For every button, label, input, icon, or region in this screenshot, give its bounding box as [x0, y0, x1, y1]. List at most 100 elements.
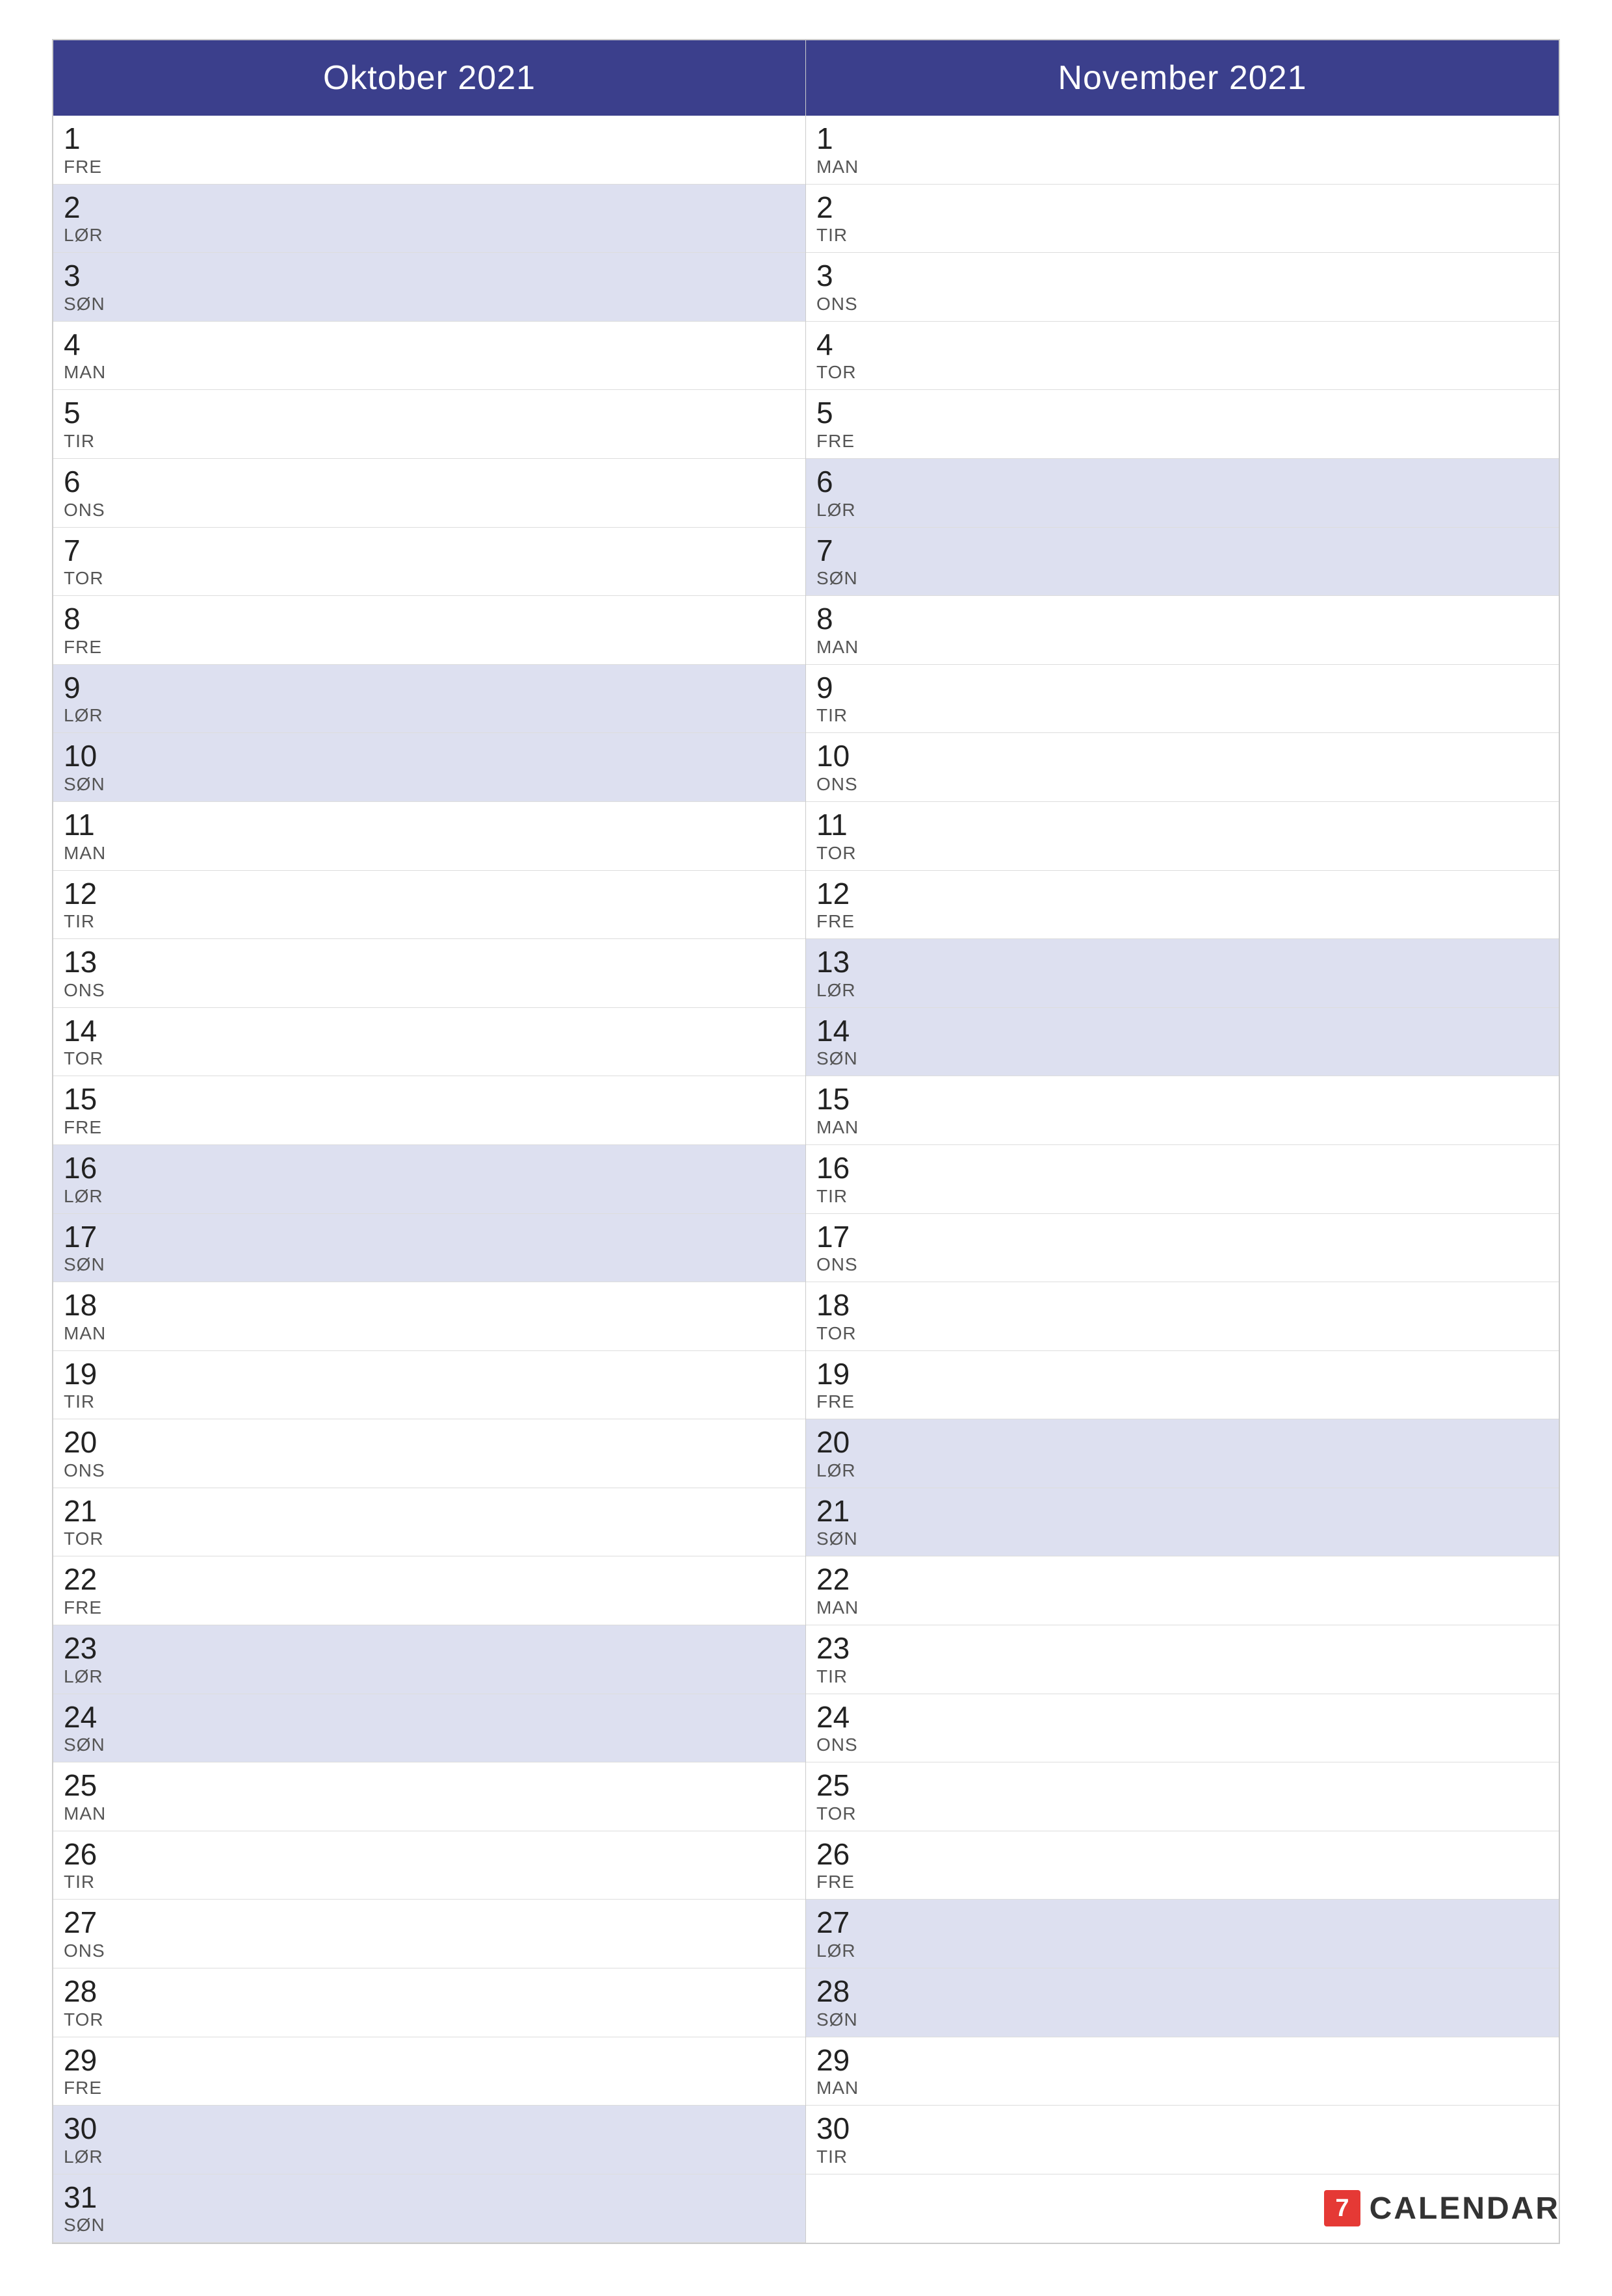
day-number: 1 [816, 122, 1548, 155]
day-number: 26 [816, 1838, 1548, 1871]
day-number: 28 [816, 1975, 1548, 2008]
day-row: 1MAN [806, 116, 1559, 185]
day-number: 9 [816, 671, 1548, 704]
day-name: TOR [64, 2009, 795, 2030]
day-number: 19 [64, 1358, 795, 1391]
day-row: 8MAN [806, 596, 1559, 665]
footer: 7 CALENDAR [1323, 2189, 1560, 2228]
november-header: November 2021 [806, 40, 1559, 116]
day-name: ONS [64, 980, 795, 1001]
day-number: 14 [64, 1014, 795, 1048]
day-name: FRE [64, 1117, 795, 1138]
day-row: 15FRE [53, 1076, 805, 1145]
day-row: 27LØR [806, 1900, 1559, 1968]
day-number: 10 [816, 740, 1548, 773]
day-number: 11 [64, 808, 795, 842]
day-name: MAN [64, 843, 795, 864]
day-name: SØN [816, 1529, 1548, 1549]
day-name: MAN [816, 1597, 1548, 1618]
day-name: TIR [64, 1872, 795, 1892]
day-row: 17ONS [806, 1214, 1559, 1283]
day-name: TOR [816, 843, 1548, 864]
day-row: 13LØR [806, 939, 1559, 1008]
day-name: FRE [816, 431, 1548, 452]
day-row: 17SØN [53, 1214, 805, 1283]
day-number: 15 [816, 1083, 1548, 1116]
day-number: 4 [816, 328, 1548, 361]
day-row: 18MAN [53, 1282, 805, 1351]
day-number: 27 [64, 1906, 795, 1939]
day-row: 30TIR [806, 2106, 1559, 2174]
day-number: 29 [64, 2044, 795, 2077]
day-number: 28 [64, 1975, 795, 2008]
day-row: 4MAN [53, 322, 805, 391]
day-number: 30 [816, 2112, 1548, 2145]
day-number: 9 [64, 671, 795, 704]
day-number: 5 [816, 396, 1548, 430]
day-row: 14TOR [53, 1008, 805, 1077]
day-name: LØR [816, 1941, 1548, 1961]
day-number: 7 [64, 534, 795, 567]
day-row: 5TIR [53, 390, 805, 459]
day-name: LØR [816, 1460, 1548, 1481]
day-name: TOR [816, 1803, 1548, 1824]
day-number: 10 [64, 740, 795, 773]
day-row: 9TIR [806, 665, 1559, 734]
day-name: MAN [816, 2078, 1548, 2098]
day-row: 29MAN [806, 2037, 1559, 2106]
day-number: 7 [816, 534, 1548, 567]
calendar-logo-icon: 7 [1323, 2189, 1362, 2228]
day-name: MAN [816, 1117, 1548, 1138]
day-number: 19 [816, 1358, 1548, 1391]
day-name: FRE [816, 1872, 1548, 1892]
day-name: FRE [64, 2078, 795, 2098]
day-row: 27ONS [53, 1900, 805, 1968]
day-row: 24ONS [806, 1694, 1559, 1763]
day-row: 24SØN [53, 1694, 805, 1763]
day-row: 4TOR [806, 322, 1559, 391]
day-name: TOR [64, 1529, 795, 1549]
day-number: 6 [816, 465, 1548, 498]
day-row: 18TOR [806, 1282, 1559, 1351]
day-row: 19TIR [53, 1351, 805, 1420]
day-number: 21 [64, 1495, 795, 1528]
day-row: 14SØN [806, 1008, 1559, 1077]
day-name: TOR [816, 362, 1548, 383]
day-number: 12 [816, 877, 1548, 910]
day-number: 17 [816, 1220, 1548, 1254]
day-name: ONS [816, 1254, 1548, 1275]
day-number: 11 [816, 808, 1548, 842]
day-number: 13 [64, 946, 795, 979]
day-row: 12FRE [806, 871, 1559, 940]
brand-logo: 7 CALENDAR [1323, 2189, 1560, 2228]
day-row: 6LØR [806, 459, 1559, 528]
day-row: 28SØN [806, 1968, 1559, 2037]
day-number: 30 [64, 2112, 795, 2145]
day-number: 2 [816, 191, 1548, 224]
day-name: MAN [816, 157, 1548, 177]
day-name: ONS [64, 1941, 795, 1961]
day-name: TIR [64, 1391, 795, 1412]
day-row: 10ONS [806, 733, 1559, 802]
day-name: FRE [816, 911, 1548, 932]
day-name: ONS [816, 1735, 1548, 1755]
brand-name: CALENDAR [1370, 2191, 1560, 2226]
day-number: 6 [64, 465, 795, 498]
day-name: TIR [816, 1666, 1548, 1687]
day-number: 20 [816, 1426, 1548, 1459]
day-name: MAN [816, 637, 1548, 658]
day-row: 21TOR [53, 1488, 805, 1557]
day-row: 3SØN [53, 253, 805, 322]
day-row: 22MAN [806, 1556, 1559, 1625]
day-number: 14 [816, 1014, 1548, 1048]
day-row: 25MAN [53, 1762, 805, 1831]
day-name: TIR [816, 705, 1548, 726]
day-name: TIR [64, 431, 795, 452]
day-name: ONS [816, 294, 1548, 315]
day-number: 18 [64, 1289, 795, 1322]
day-row: 20LØR [806, 1419, 1559, 1488]
day-row: 1FRE [53, 116, 805, 185]
day-row: 25TOR [806, 1762, 1559, 1831]
day-row: 11TOR [806, 802, 1559, 871]
day-name: LØR [64, 705, 795, 726]
